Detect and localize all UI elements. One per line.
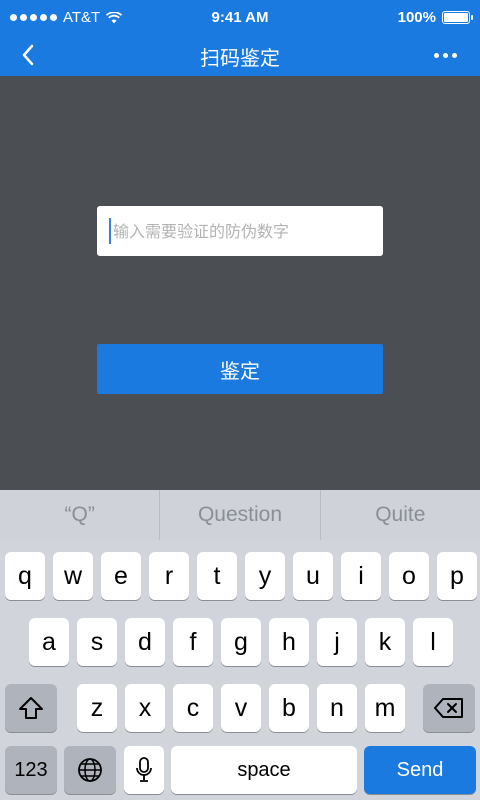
verify-button[interactable]: 鉴定 [97,344,383,394]
shift-icon [19,697,43,719]
key-c[interactable]: c [173,684,213,732]
globe-icon [78,758,102,782]
globe-key[interactable] [64,746,116,794]
key-h[interactable]: h [269,618,309,666]
key-p[interactable]: p [437,552,477,600]
key-w[interactable]: w [53,552,93,600]
microphone-icon [136,757,152,782]
key-s[interactable]: s [77,618,117,666]
key-j[interactable]: j [317,618,357,666]
status-bar: AT&T 9:41 AM 100% [0,0,480,34]
key-m[interactable]: m [365,684,405,732]
text-cursor [109,218,111,244]
key-l[interactable]: l [413,618,453,666]
key-r[interactable]: r [149,552,189,600]
key-f[interactable]: f [173,618,213,666]
key-e[interactable]: e [101,552,141,600]
shift-key[interactable] [5,684,57,732]
key-v[interactable]: v [221,684,261,732]
more-dot-icon [451,52,457,58]
key-z[interactable]: z [77,684,117,732]
delete-key[interactable] [423,684,475,732]
more-button[interactable] [430,43,460,67]
key-q[interactable]: q [5,552,45,600]
prediction-item[interactable]: “Q” [0,490,161,540]
microphone-key[interactable] [124,746,164,794]
key-a[interactable]: a [29,618,69,666]
key-g[interactable]: g [221,618,261,666]
key-k[interactable]: k [365,618,405,666]
keyboard: “Q” Question Quite q w e r t y u i o p a… [0,490,480,800]
backspace-icon [434,698,463,718]
numbers-key[interactable]: 123 [5,746,57,794]
send-key[interactable]: Send [364,746,476,794]
battery-area: 100% [397,9,473,26]
more-dot-icon [442,52,448,58]
page-title: 扫码鉴定 [200,46,280,70]
key-x[interactable]: x [125,684,165,732]
battery-icon [442,11,473,24]
prediction-item[interactable]: Quite [321,490,480,540]
navigation-bar: 扫码鉴定 [0,34,480,76]
prediction-bar: “Q” Question Quite [0,490,480,540]
key-y[interactable]: y [245,552,285,600]
key-u[interactable]: u [293,552,333,600]
prediction-item[interactable]: Question [160,490,321,540]
code-input[interactable] [97,206,383,256]
key-b[interactable]: b [269,684,309,732]
top-bar: AT&T 9:41 AM 100% 扫码鉴定 [0,0,480,76]
more-dot-icon [433,52,439,58]
battery-percent: 100% [397,9,436,26]
key-o[interactable]: o [389,552,429,600]
key-t[interactable]: t [197,552,237,600]
key-d[interactable]: d [125,618,165,666]
key-n[interactable]: n [317,684,357,732]
space-key[interactable]: space [171,746,357,794]
key-i[interactable]: i [341,552,381,600]
